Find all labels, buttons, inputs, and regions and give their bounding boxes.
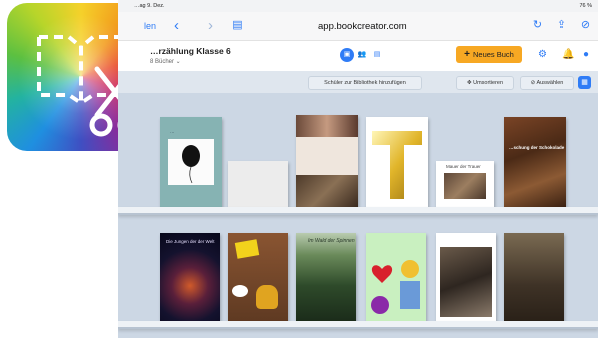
user-icon[interactable]: ● bbox=[583, 49, 589, 60]
cover-image bbox=[168, 139, 214, 185]
gear-icon[interactable]: ⚙ bbox=[538, 49, 547, 60]
share-icon[interactable]: ⇪ bbox=[555, 19, 568, 32]
book-hearts[interactable] bbox=[366, 233, 426, 321]
shelf-2 bbox=[118, 321, 598, 329]
library-toolbar: Schüler zur Bibliothek hinzufügen ✥ Umso… bbox=[118, 71, 598, 93]
book-title: Mauer der Trauer bbox=[446, 164, 481, 169]
books-view-icon[interactable]: ▤ bbox=[370, 48, 384, 62]
library-title: …rzählung Klasse 6 bbox=[150, 46, 231, 56]
browser-bar: len ‹ › ▤ app.bookcreator.com ↻ ⇪ ⊘ bbox=[118, 12, 598, 41]
sort-button[interactable]: ✥ Umsortieren bbox=[456, 76, 514, 90]
select-label: Auswählen bbox=[536, 80, 564, 86]
book-schokolade[interactable]: …schung der Schokolade bbox=[504, 117, 566, 207]
ipad-screen: …ag 9. Dez. 76 % len ‹ › ▤ app.bookcreat… bbox=[118, 0, 598, 338]
back-arrow-icon[interactable]: ‹ bbox=[174, 17, 179, 34]
balloon-icon bbox=[182, 145, 200, 184]
book-title: Die Jungen der der Welt bbox=[166, 239, 215, 244]
book-balloon[interactable]: … bbox=[160, 117, 222, 207]
new-book-button[interactable]: + Neues Buch bbox=[456, 46, 522, 63]
compass-icon[interactable]: ⊘ bbox=[579, 19, 592, 32]
cover-sticker bbox=[234, 239, 260, 259]
cover-image bbox=[440, 247, 492, 317]
grid-view-icon[interactable]: ▦ bbox=[578, 76, 591, 89]
book-mystery[interactable] bbox=[296, 115, 358, 207]
book-title: …schung der Schokolade bbox=[509, 145, 565, 150]
back-label[interactable]: len bbox=[144, 21, 156, 31]
add-students-button[interactable]: Schüler zur Bibliothek hinzufügen bbox=[308, 76, 422, 90]
new-book-label: Neues Buch bbox=[472, 50, 514, 59]
sort-label: Umsortieren bbox=[473, 80, 504, 86]
book-storm[interactable] bbox=[436, 233, 496, 321]
cover-speech-bubble bbox=[232, 285, 248, 297]
book-chocolate-cat[interactable] bbox=[228, 233, 288, 321]
library-subtitle[interactable]: 8 Bücher ⌄ bbox=[150, 58, 181, 65]
book-title: Im Wald der Spinnen bbox=[308, 238, 355, 244]
library-view-icon[interactable]: ▣ bbox=[340, 48, 354, 62]
book-wald-spinnen[interactable]: Im Wald der Spinnen bbox=[296, 233, 356, 321]
plus-icon: + bbox=[464, 49, 470, 60]
cover-cat bbox=[296, 175, 358, 207]
app-header: …rzählung Klasse 6 8 Bücher ⌄ ▣ 👥 ▤ + Neu… bbox=[118, 41, 598, 72]
bell-icon[interactable]: 🔔 bbox=[562, 49, 574, 60]
select-button[interactable]: ⊘ Auswählen bbox=[520, 76, 574, 90]
library-shelves: … Mauer der Trauer …schung der Schokolad… bbox=[118, 93, 598, 338]
cover-cat bbox=[256, 285, 278, 309]
book-blank[interactable] bbox=[228, 161, 288, 207]
book-mauer[interactable]: Mauer der Trauer bbox=[436, 161, 494, 207]
status-battery: 76 % bbox=[579, 3, 592, 9]
cover-image bbox=[444, 173, 486, 199]
book-gold-t[interactable] bbox=[366, 117, 428, 207]
shelf-1 bbox=[118, 207, 598, 215]
reload-icon[interactable]: ↻ bbox=[531, 19, 544, 32]
status-bar: …ag 9. Dez. 76 % bbox=[118, 0, 598, 12]
book-title: … bbox=[170, 129, 175, 134]
url-field[interactable]: app.bookcreator.com bbox=[318, 21, 407, 32]
tabs-icon[interactable]: ▤ bbox=[231, 19, 244, 32]
gold-letter-icon bbox=[372, 131, 422, 199]
book-forest-path[interactable] bbox=[504, 233, 564, 321]
status-time: …ag 9. Dez. bbox=[134, 3, 165, 9]
view-toggle: ▣ 👥 ▤ bbox=[336, 47, 386, 63]
book-jungen[interactable]: Die Jungen der der Welt bbox=[160, 233, 220, 321]
cover-faces bbox=[296, 115, 358, 137]
heart-icon bbox=[371, 260, 420, 314]
forward-arrow-icon[interactable]: › bbox=[208, 17, 213, 34]
students-view-icon[interactable]: 👥 bbox=[355, 48, 369, 62]
